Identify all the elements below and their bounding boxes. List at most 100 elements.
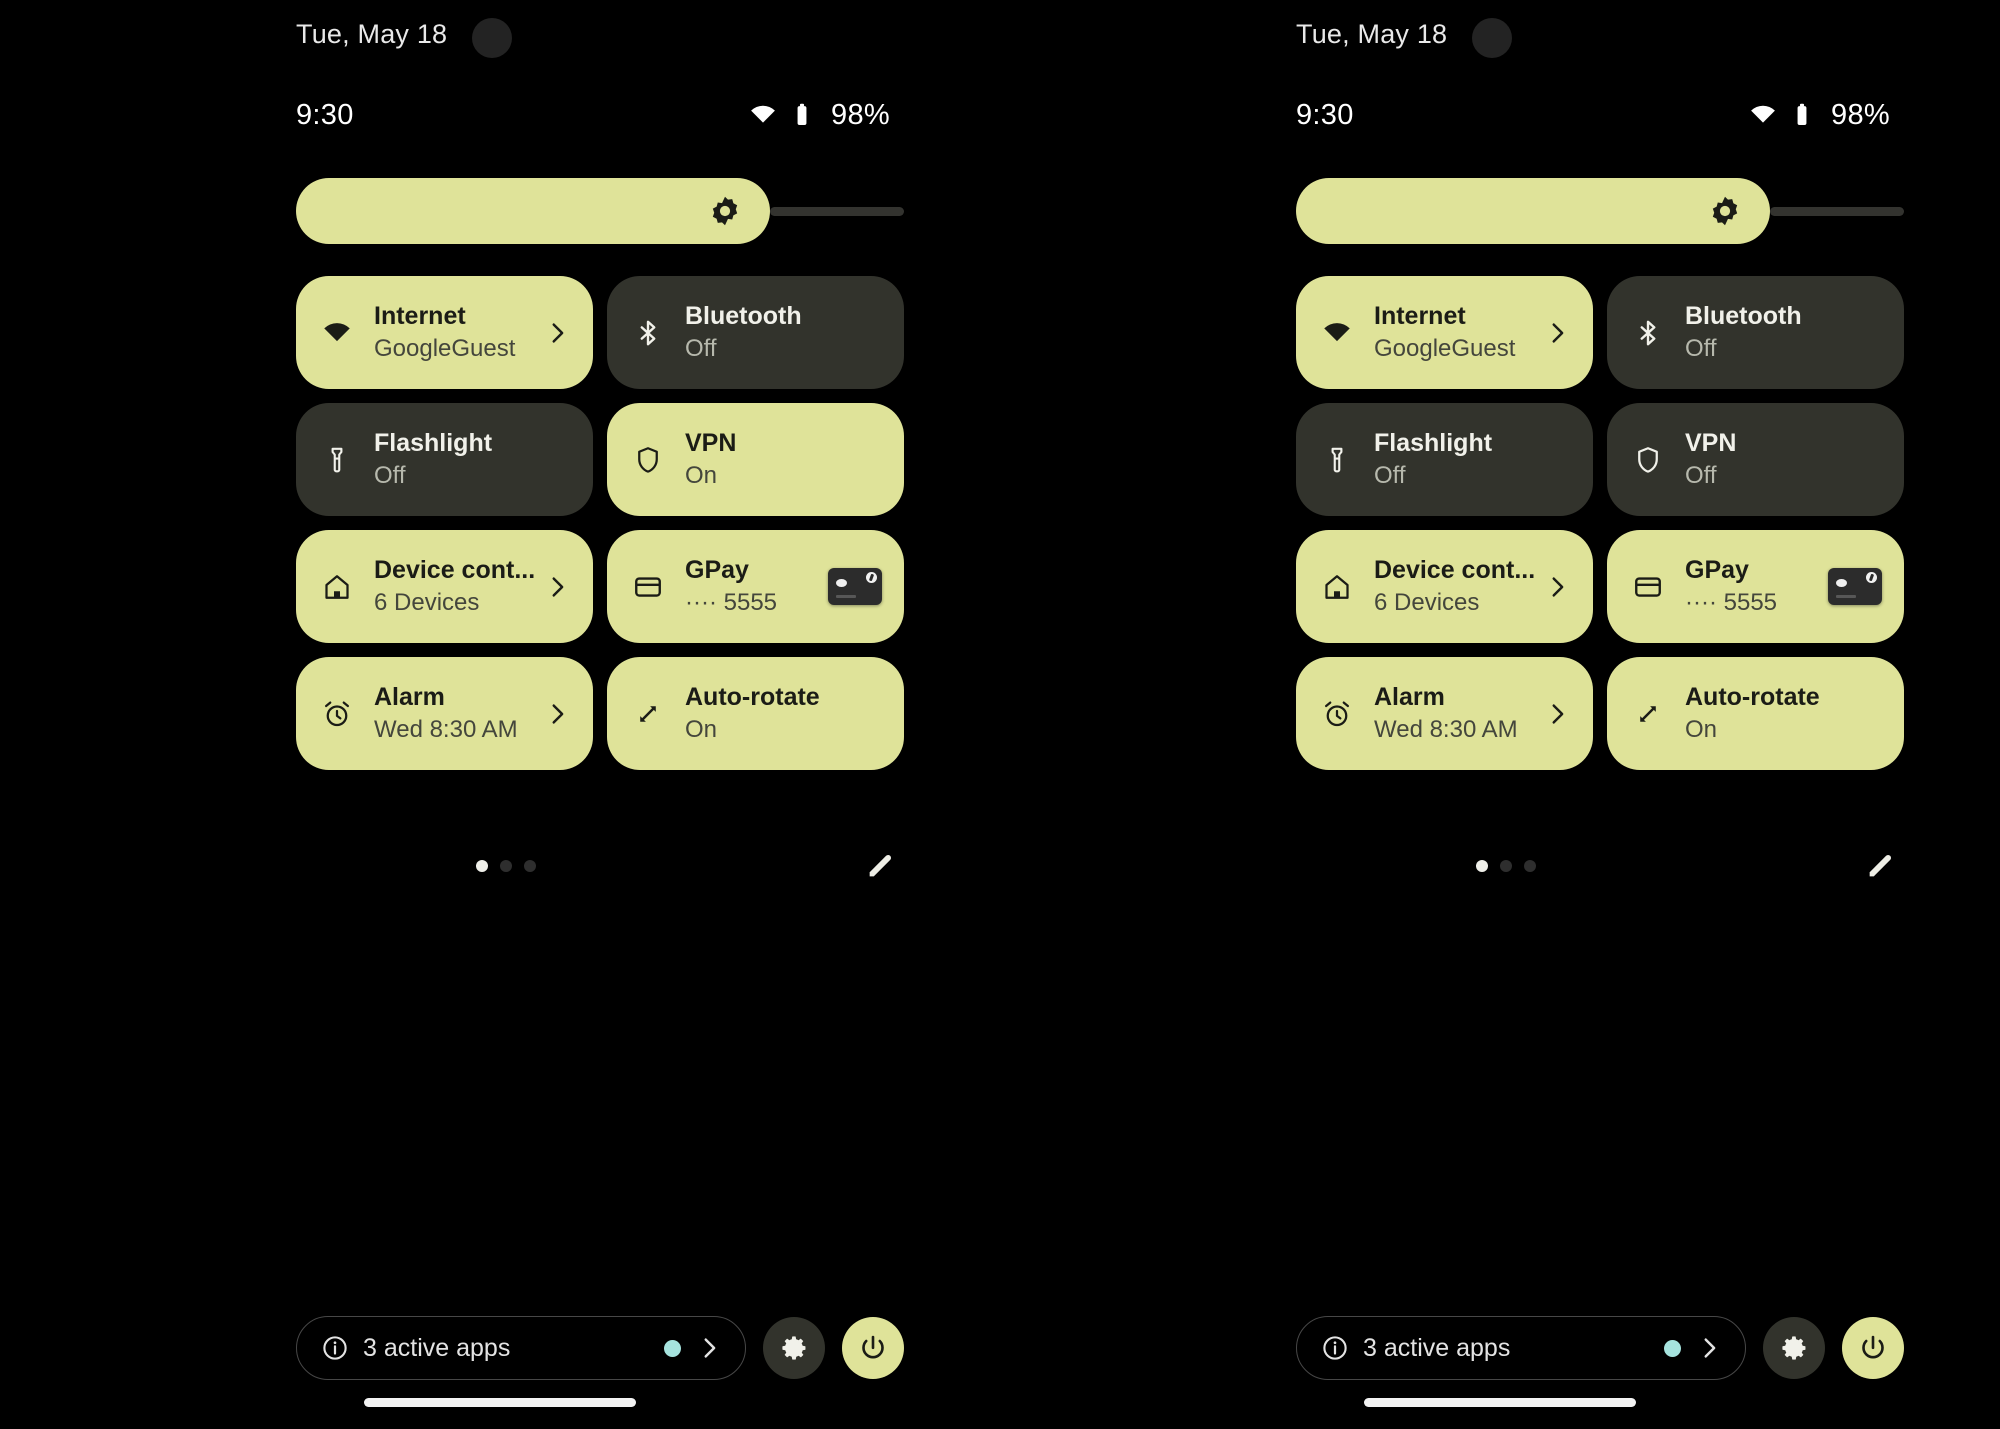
tile-title: Auto-rotate: [685, 683, 820, 712]
home-indicator[interactable]: [1364, 1398, 1636, 1407]
tile-alarm[interactable]: Alarm Wed 8:30 AM: [296, 657, 593, 770]
tile-title: Bluetooth: [1685, 302, 1802, 331]
pager-row: [1296, 846, 1904, 886]
tile-title: Bluetooth: [685, 302, 802, 331]
alarm-clock-icon: [1322, 699, 1366, 729]
status-clock: 9:30: [1296, 98, 1354, 131]
tile-device-controls[interactable]: Device cont... 6 Devices: [296, 530, 593, 643]
tile-subtitle: Off: [374, 461, 406, 489]
page-indicator-dots[interactable]: [476, 860, 536, 872]
brightness-slider-fill[interactable]: [296, 178, 770, 244]
chevron-right-icon[interactable]: [543, 700, 571, 728]
page-dot-2[interactable]: [524, 860, 536, 872]
tile-alarm[interactable]: Alarm Wed 8:30 AM: [1296, 657, 1593, 770]
chevron-right-icon[interactable]: [1543, 319, 1571, 347]
gpay-card-thumbnail[interactable]: [1828, 568, 1882, 605]
chevron-right-icon[interactable]: [543, 573, 571, 601]
power-button[interactable]: [842, 1317, 904, 1379]
tile-text-device-controls: Device cont... 6 Devices: [366, 555, 537, 617]
tile-title: GPay: [685, 556, 749, 585]
credit-card-icon: [633, 572, 677, 602]
active-apps-label: 3 active apps: [363, 1333, 511, 1362]
tile-text-device-controls: Device cont... 6 Devices: [1366, 555, 1537, 617]
chevron-right-icon[interactable]: [543, 319, 571, 347]
tile-subtitle: Wed 8:30 AM: [1374, 715, 1518, 743]
brightness-slider[interactable]: [1296, 178, 1904, 244]
battery-percentage: 98%: [831, 98, 890, 131]
tile-gpay[interactable]: GPay ···· 5555: [1607, 530, 1904, 643]
chevron-right-icon[interactable]: [1543, 573, 1571, 601]
brightness-slider-track[interactable]: [1770, 207, 1904, 216]
power-button[interactable]: [1842, 1317, 1904, 1379]
settings-button[interactable]: [1763, 1317, 1825, 1379]
tile-subtitle: GoogleGuest: [1374, 334, 1516, 362]
brightness-slider-track[interactable]: [770, 207, 904, 216]
card-chip: [836, 579, 847, 587]
tile-subtitle: Off: [1685, 461, 1717, 489]
bluetooth-icon: [1633, 318, 1677, 348]
status-bar-date-row: Tue, May 18: [1296, 16, 1890, 52]
tile-subtitle: 6 Devices: [1374, 588, 1480, 616]
pencil-icon[interactable]: [1864, 848, 1898, 882]
status-date: Tue, May 18: [1296, 18, 1448, 49]
tile-flashlight[interactable]: Flashlight Off: [1296, 403, 1593, 516]
flashlight-icon: [322, 445, 366, 475]
tile-subtitle: On: [685, 715, 718, 743]
tile-flashlight[interactable]: Flashlight Off: [296, 403, 593, 516]
tile-device-controls[interactable]: Device cont... 6 Devices: [1296, 530, 1593, 643]
tile-auto-rotate[interactable]: Auto-rotate On: [1607, 657, 1904, 770]
home-icon: [322, 572, 366, 602]
home-indicator[interactable]: [364, 1398, 636, 1407]
active-apps-button[interactable]: 3 active apps: [1296, 1316, 1746, 1380]
active-apps-status-dot: [664, 1339, 681, 1357]
page-dot-1[interactable]: [1500, 860, 1512, 872]
page-indicator-dots[interactable]: [1476, 860, 1536, 872]
shield-icon: [633, 445, 677, 475]
tile-vpn[interactable]: VPN On: [607, 403, 904, 516]
settings-button[interactable]: [763, 1317, 825, 1379]
gpay-card-thumbnail[interactable]: [828, 568, 882, 605]
tile-gpay[interactable]: GPay ···· 5555: [607, 530, 904, 643]
tile-subtitle: 6 Devices: [374, 588, 480, 616]
tile-subtitle: Off: [1685, 334, 1717, 362]
pencil-icon[interactable]: [864, 848, 898, 882]
active-apps-button[interactable]: 3 active apps: [296, 1316, 746, 1380]
tile-subtitle: ···· 5555: [685, 588, 778, 616]
tile-text-auto-rotate: Auto-rotate On: [1677, 682, 1882, 744]
tile-text-gpay: GPay ···· 5555: [1677, 555, 1822, 617]
tile-bluetooth[interactable]: Bluetooth Off: [607, 276, 904, 389]
page-dot-0[interactable]: [476, 860, 488, 872]
tile-subtitle: On: [685, 461, 718, 489]
chevron-right-icon[interactable]: [1543, 700, 1571, 728]
tile-internet[interactable]: Internet GoogleGuest: [296, 276, 593, 389]
tile-title: Flashlight: [374, 429, 493, 458]
page-dot-0[interactable]: [1476, 860, 1488, 872]
status-clock: 9:30: [296, 98, 354, 131]
auto-rotate-icon: [633, 699, 677, 729]
info-icon: [1321, 1334, 1349, 1362]
chevron-right-icon[interactable]: [695, 1334, 723, 1362]
tile-text-vpn: VPN On: [677, 428, 882, 490]
brightness-slider[interactable]: [296, 178, 904, 244]
footer-bar: 3 active apps: [296, 1316, 904, 1380]
tile-internet[interactable]: Internet GoogleGuest: [1296, 276, 1593, 389]
chevron-right-icon[interactable]: [1695, 1334, 1723, 1362]
card-chip: [1836, 579, 1847, 587]
tile-title: VPN: [685, 429, 737, 458]
battery-icon: [788, 101, 816, 129]
card-logo: [1866, 572, 1877, 583]
tile-title: Internet: [374, 302, 466, 331]
tile-vpn[interactable]: VPN Off: [1607, 403, 1904, 516]
quick-settings-tile-grid: Internet GoogleGuest Bluetooth Off Flashligh…: [1296, 276, 1904, 770]
tile-subtitle: Off: [685, 334, 717, 362]
tile-auto-rotate[interactable]: Auto-rotate On: [607, 657, 904, 770]
brightness-slider-fill[interactable]: [1296, 178, 1770, 244]
status-bar-date-row: Tue, May 18: [296, 16, 890, 52]
card-number-strip: [836, 595, 856, 598]
page-dot-2[interactable]: [1524, 860, 1536, 872]
tile-bluetooth[interactable]: Bluetooth Off: [1607, 276, 1904, 389]
status-icons-group: 98%: [1749, 99, 1890, 132]
tile-subtitle: GoogleGuest: [374, 334, 516, 362]
page-dot-1[interactable]: [500, 860, 512, 872]
tile-subtitle: ···· 5555: [1685, 588, 1778, 616]
